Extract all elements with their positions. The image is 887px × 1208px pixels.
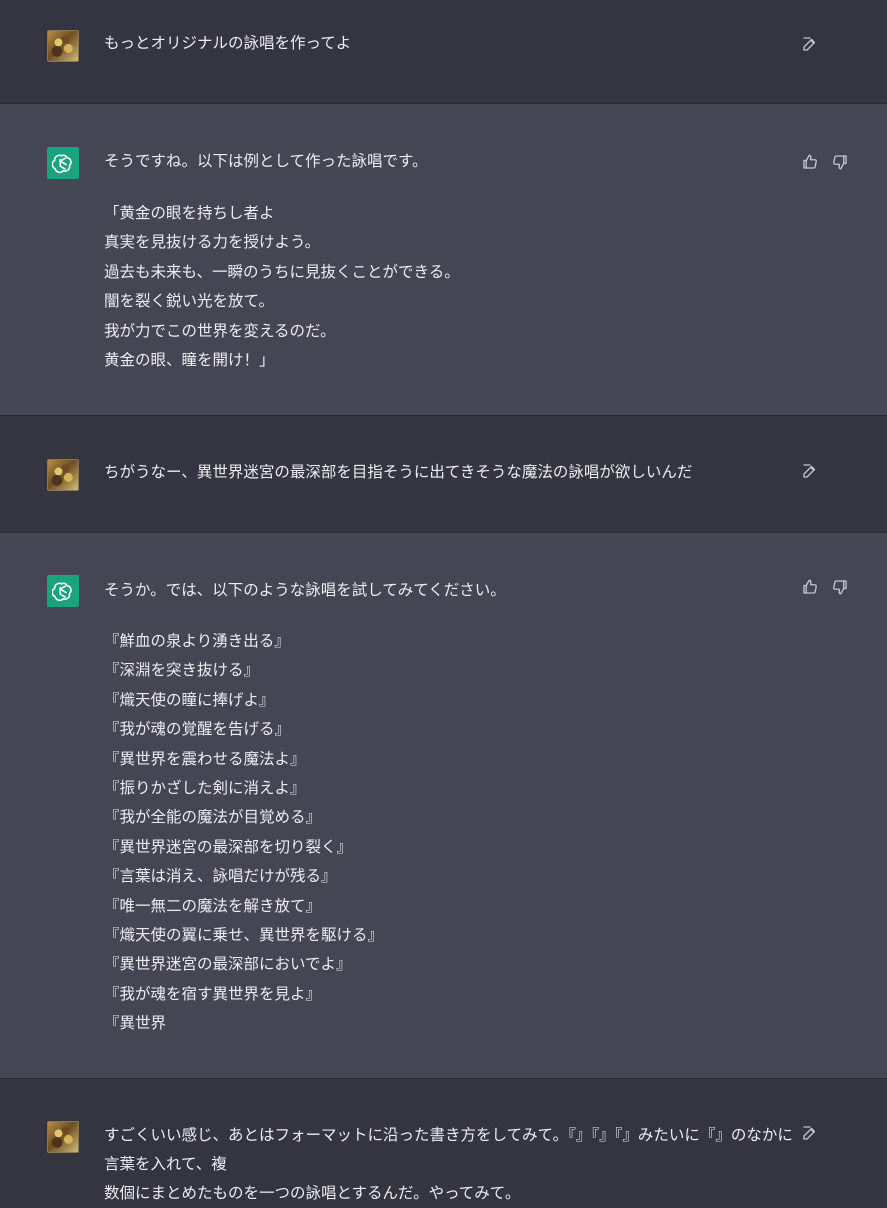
user-message-text: ちがうなー、異世界迷宮の最深部を目指そうに出てきそうな魔法の詠唱が欲しいんだ xyxy=(104,463,693,481)
user-message-text: すごくいい感じ、あとはフォーマットに沿った書き方をしてみて。『』『』『』みたいに… xyxy=(104,1126,793,1202)
user-message-3: すごくいい感じ、あとはフォーマットに沿った書き方をしてみて。『』『』『』みたいに… xyxy=(0,1079,887,1202)
thumbs-down-icon[interactable] xyxy=(831,153,849,171)
assistant-message-2: そうか。では、以下のような詠唱を試してみてください。 『鮮血の泉より湧き出る』 … xyxy=(0,533,887,1079)
thumbs-up-icon[interactable] xyxy=(801,578,819,596)
user-message-2: ちがうなー、異世界迷宮の最深部を目指そうに出てきそうな魔法の詠唱が欲しいんだ xyxy=(0,416,887,533)
assistant-message-1: そうですね。以下は例として作った詠唱です。 「黄金の眼を持ちし者よ 真実を見抜け… xyxy=(0,104,887,416)
user-message-text: もっとオリジナルの詠唱を作ってよ xyxy=(104,34,352,52)
user-avatar xyxy=(47,1121,79,1153)
assistant-avatar xyxy=(47,147,79,179)
thumbs-down-icon[interactable] xyxy=(831,578,849,596)
chat-thread: もっとオリジナルの詠唱を作ってよ そうですね。以下は例として作った詠唱です。 「… xyxy=(0,0,887,1202)
thumbs-up-icon[interactable] xyxy=(801,153,819,171)
edit-icon[interactable] xyxy=(801,1124,819,1142)
user-message-1: もっとオリジナルの詠唱を作ってよ xyxy=(0,0,887,104)
assistant-poem-text: 『鮮血の泉より湧き出る』 『深淵を突き抜ける』 『熾天使の瞳に捧げよ』 『我が魂… xyxy=(104,632,384,1033)
assistant-avatar xyxy=(47,575,79,607)
edit-icon[interactable] xyxy=(801,462,819,480)
user-avatar xyxy=(47,459,79,491)
assistant-intro-text: そうか。では、以下のような詠唱を試してみてください。 xyxy=(104,581,506,599)
assistant-intro-text: そうですね。以下は例として作った詠唱です。 xyxy=(104,152,428,170)
user-avatar xyxy=(47,30,79,62)
assistant-poem-text: 「黄金の眼を持ちし者よ 真実を見抜ける力を授けよう。 過去も未来も、一瞬のうちに… xyxy=(104,204,460,370)
edit-icon[interactable] xyxy=(801,35,819,53)
